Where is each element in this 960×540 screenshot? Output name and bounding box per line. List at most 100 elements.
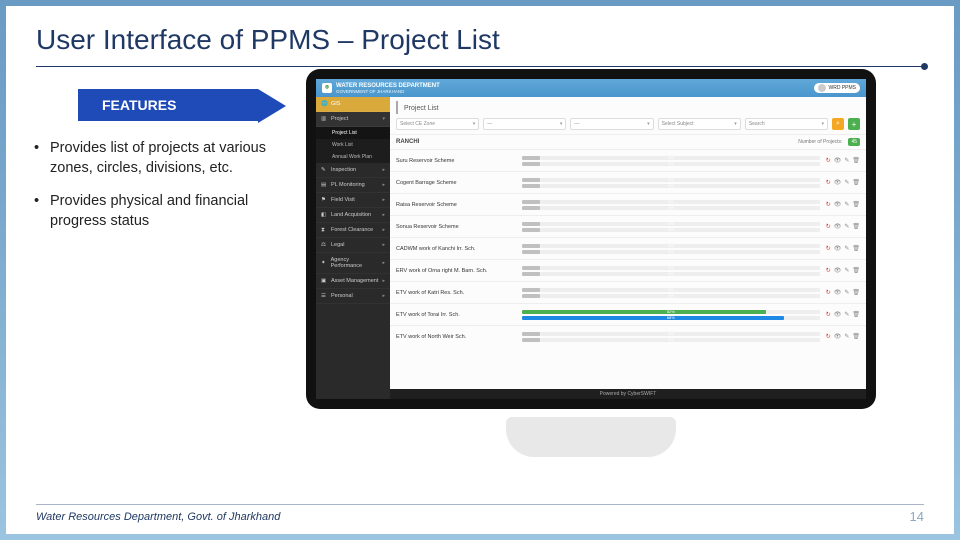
filter-ce-zone[interactable]: Select CE Zone [396,118,479,130]
flag-icon: ⚑ [321,197,327,203]
refresh-icon[interactable]: ↻ [826,333,831,340]
sidebar-item-personal[interactable]: ☰Personal▸ [316,289,390,304]
edit-icon[interactable]: ✎ [844,267,849,274]
project-row: ETV work of Katri Res. Sch.0%0%↻👁✎🗑 [390,281,866,303]
sidebar-item-asset-management[interactable]: ▣Asset Management▸ [316,274,390,289]
refresh-icon[interactable]: ↻ [826,223,831,230]
monitor-icon: ▤ [321,182,327,188]
avatar-icon [818,84,826,92]
feature-bullets: Provides list of projects at various zon… [36,139,286,231]
edit-icon[interactable]: ✎ [844,245,849,252]
box-icon: ▣ [321,278,327,284]
bullet-item: Provides physical and financial progress… [44,192,286,231]
project-row: ETV work of Torai Irr. Sch.82%88%↻👁✎🗑 [390,303,866,325]
user-chip[interactable]: WRD PPMS [814,83,861,93]
edit-icon[interactable]: ✎ [844,157,849,164]
view-icon[interactable]: 👁 [834,179,842,186]
add-button[interactable]: + [848,118,860,130]
project-name: Sonua Reservoir Scheme [396,224,516,230]
delete-icon[interactable]: 🗑 [852,289,860,296]
view-icon[interactable]: 👁 [834,267,842,274]
delete-icon[interactable]: 🗑 [852,333,860,340]
refresh-icon[interactable]: ↻ [826,267,831,274]
project-row: Cogent Barrage Scheme0%0%↻👁✎🗑 [390,171,866,193]
project-count-badge: 45 [848,138,860,146]
sidebar-item-field-visit[interactable]: ⚑Field Visit▸ [316,193,390,208]
sidebar-item-gis[interactable]: 🌐GIS [316,97,390,112]
view-icon[interactable]: 👁 [834,289,842,296]
edit-icon[interactable]: ✎ [844,311,849,318]
refresh-icon[interactable]: ↻ [826,311,831,318]
project-row: Raisa Reservoir Scheme0%0%↻👁✎🗑 [390,193,866,215]
project-row: ERV work of Orna right M. Barn. Sch.0%0%… [390,259,866,281]
sidebar-sub-project-list[interactable]: Project List [316,127,390,139]
project-name: CADWM work of Kanchi Irr. Sch. [396,246,516,252]
project-name: ETV work of Torai Irr. Sch. [396,312,516,318]
view-icon[interactable]: 👁 [834,157,842,164]
view-icon[interactable]: 👁 [834,201,842,208]
page-title: Project List [396,101,866,114]
edit-icon[interactable]: ✎ [844,333,849,340]
user-label: WRD PPMS [829,85,857,91]
filter-sub1[interactable]: — [483,118,566,130]
filter-sub2[interactable]: — [570,118,653,130]
app-footer: Powered by CyberSWIFT [390,389,866,399]
delete-icon[interactable]: 🗑 [852,245,860,252]
project-name: ETV work of North Weir Sch. [396,334,516,340]
delete-icon[interactable]: 🗑 [852,201,860,208]
project-row: Sonua Reservoir Scheme0%0%↻👁✎🗑 [390,215,866,237]
chevron-right-icon: ▸ [382,212,385,218]
chevron-right-icon: ▸ [382,260,385,266]
view-icon[interactable]: 👁 [834,333,842,340]
gavel-icon: ⚖ [321,242,327,248]
filter-subject[interactable]: Select Subject [658,118,741,130]
features-tab: FEATURES [78,89,258,121]
search-button[interactable]: ⌕ [832,118,844,130]
star-icon: ✦ [321,260,327,266]
sidebar-item-legal[interactable]: ⚖Legal▸ [316,238,390,253]
view-icon[interactable]: 👁 [834,245,842,252]
tree-icon: ⧗ [321,227,327,233]
project-name: ETV work of Katri Res. Sch. [396,290,516,296]
refresh-icon[interactable]: ↻ [826,289,831,296]
view-icon[interactable]: 👁 [834,311,842,318]
chevron-right-icon: ▸ [382,242,385,248]
page-number: 14 [910,509,924,524]
project-name: Suru Reservoir Scheme [396,158,516,164]
sidebar-item-inspection[interactable]: ✎Inspection▸ [316,163,390,178]
refresh-icon[interactable]: ↻ [826,179,831,186]
chevron-right-icon: ▸ [382,227,385,233]
project-row: ETV work of North Weir Sch.0%0%↻👁✎🗑 [390,325,866,347]
refresh-icon[interactable]: ↻ [826,201,831,208]
search-input[interactable]: Search [745,118,828,130]
zone-name: RANCHI [396,139,419,145]
edit-icon[interactable]: ✎ [844,223,849,230]
sidebar-sub-annual-work-plan[interactable]: Annual Work Plan [316,151,390,163]
sidebar-item-land-acquisition[interactable]: ◧Land Acquisition▸ [316,208,390,223]
project-name: Cogent Barrage Scheme [396,180,516,186]
sidebar-item-agency-performance[interactable]: ✦Agency Performance▸ [316,253,390,274]
slide-title: User Interface of PPMS – Project List [36,24,924,62]
delete-icon[interactable]: 🗑 [852,223,860,230]
bullet-item: Provides list of projects at various zon… [44,139,286,178]
sidebar-item-project[interactable]: ▥Project▾ [316,112,390,127]
refresh-icon[interactable]: ↻ [826,245,831,252]
globe-icon: 🌐 [321,101,327,107]
edit-icon[interactable]: ✎ [844,201,849,208]
sidebar-item-forest-clearance[interactable]: ⧗Forest Clearance▸ [316,223,390,238]
refresh-icon[interactable]: ↻ [826,157,831,164]
project-name: ERV work of Orna right M. Barn. Sch. [396,268,516,274]
app-sidebar: 🌐GIS ▥Project▾ Project List Work List An… [316,97,390,399]
title-divider [36,66,924,67]
edit-icon[interactable]: ✎ [844,289,849,296]
inspect-icon: ✎ [321,167,327,173]
view-icon[interactable]: 👁 [834,223,842,230]
sidebar-item-pl-monitoring[interactable]: ▤PL Monitoring▸ [316,178,390,193]
delete-icon[interactable]: 🗑 [852,311,860,318]
delete-icon[interactable]: 🗑 [852,157,860,164]
edit-icon[interactable]: ✎ [844,179,849,186]
delete-icon[interactable]: 🗑 [852,267,860,274]
delete-icon[interactable]: 🗑 [852,179,860,186]
app-header: ⌾ WATER RESOURCES DEPARTMENT GOVERNMENT … [316,79,866,97]
sidebar-sub-work-list[interactable]: Work List [316,139,390,151]
